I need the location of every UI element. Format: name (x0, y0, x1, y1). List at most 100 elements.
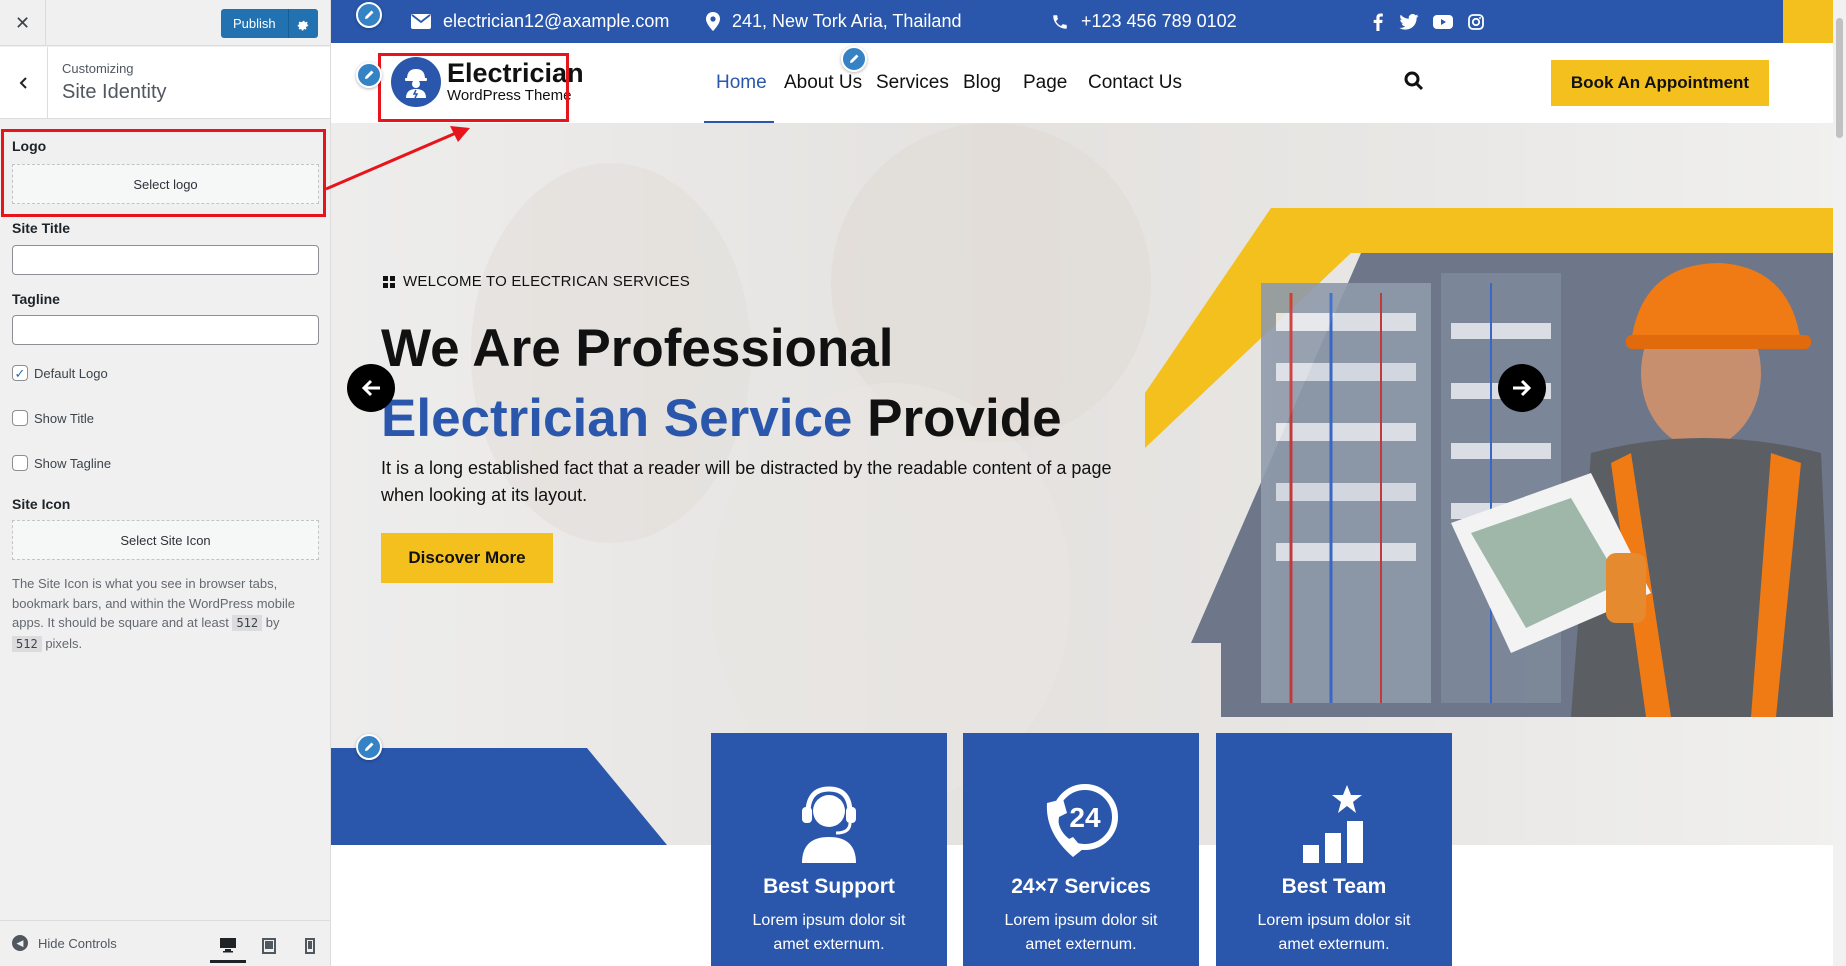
edit-shortcut-topbar[interactable] (356, 2, 382, 28)
hero-heading-line2: Electrician Service Provide (381, 389, 1062, 449)
close-customizer-button[interactable]: ✕ (0, 0, 46, 46)
pencil-icon (365, 10, 374, 19)
phone-24-icon: 24 (963, 783, 1199, 863)
breadcrumb: Customizing (62, 61, 134, 76)
preview-desktop-button[interactable] (210, 929, 246, 963)
svg-text:24: 24 (1069, 802, 1101, 833)
envelope-icon (411, 14, 431, 29)
gear-icon (297, 20, 309, 30)
top-info-bar: electrician12@axample.com 241, New Tork … (331, 0, 1833, 43)
grid-icon (383, 275, 395, 288)
pencil-icon (365, 70, 374, 79)
star-bars-icon (1216, 783, 1452, 863)
feature-card: 24 24×7 Services Lorem ipsum dolor sit a… (963, 733, 1199, 966)
select-site-icon-button[interactable]: Select Site Icon (12, 520, 319, 560)
edit-shortcut-menu[interactable] (841, 46, 867, 72)
publish-settings-button[interactable] (287, 9, 318, 38)
customizer-footer: ◀ Hide Controls (0, 920, 330, 966)
collapse-icon: ◀ (12, 935, 28, 951)
show-tagline-checkbox[interactable] (12, 455, 28, 471)
feature-title: Best Team (1281, 875, 1387, 898)
preview-scrollbar[interactable] (1833, 0, 1846, 966)
mobile-icon (305, 938, 315, 954)
feature-title: Best Support (763, 875, 895, 898)
site-title-label: Site Title (12, 220, 71, 236)
feature-card: Best Team Lorem ipsum dolor sit amet ext… (1216, 733, 1452, 966)
scrollbar-thumb[interactable] (1836, 18, 1843, 138)
arrow-left-icon (361, 379, 380, 397)
slider-prev-button[interactable] (347, 364, 395, 412)
map-pin-icon (706, 12, 720, 31)
feature-description: Lorem ipsum dolor sit amet externum. (1257, 912, 1411, 953)
annotation-arrow (325, 126, 470, 191)
headset-icon (711, 783, 947, 863)
feature-title: 24×7 Services (1011, 875, 1151, 898)
site-title-input[interactable] (12, 245, 319, 275)
edit-shortcut-features[interactable] (356, 734, 382, 760)
site-icon-label: Site Icon (12, 496, 71, 512)
hero-bottom-shape (331, 748, 667, 845)
nav-blog[interactable]: Blog (963, 43, 1001, 123)
default-logo-label: Default Logo (34, 365, 108, 381)
nav-home[interactable]: Home (716, 43, 767, 123)
feature-description: Lorem ipsum dolor sit amet externum. (752, 912, 906, 953)
pencil-icon (365, 742, 374, 751)
desktop-icon (220, 937, 236, 952)
preview-tablet-button[interactable] (251, 929, 287, 963)
show-title-checkbox[interactable] (12, 410, 28, 426)
show-title-label: Show Title (34, 410, 94, 426)
tagline-input[interactable] (12, 315, 319, 345)
section-header: Customizing Site Identity (0, 47, 330, 119)
publish-button[interactable]: Publish (221, 9, 288, 38)
default-logo-option[interactable]: ✓ Default Logo (12, 365, 108, 381)
hide-controls-button[interactable]: ◀ Hide Controls (12, 935, 117, 951)
feature-description: Lorem ipsum dolor sit amet externum. (1004, 912, 1158, 953)
tagline-label: Tagline (12, 291, 60, 307)
show-title-option[interactable]: Show Title (12, 410, 94, 426)
social-youtube[interactable] (1433, 0, 1453, 43)
hero-welcome: WELCOME TO ELECTRICAN SERVICES (383, 273, 690, 290)
hero-heading-highlight: Electrician Service (381, 389, 853, 448)
arrow-right-icon (1513, 379, 1532, 397)
back-button[interactable] (0, 47, 48, 119)
contact-phone[interactable]: +123 456 789 0102 (1051, 0, 1237, 43)
close-icon: ✕ (14, 12, 31, 33)
contact-address: 241, New Tork Aria, Thailand (706, 0, 961, 43)
main-navbar: Electrician WordPress Theme Home About U… (331, 43, 1781, 123)
search-button[interactable] (1404, 71, 1424, 96)
hero-heading-line1: We Are Professional (381, 319, 894, 378)
preview-mobile-button[interactable] (292, 929, 328, 963)
discover-more-button[interactable]: Discover More (381, 533, 553, 583)
show-tagline-label: Show Tagline (34, 455, 112, 471)
nav-page[interactable]: Page (1023, 43, 1067, 123)
slider-next-button[interactable] (1498, 364, 1546, 412)
nav-active-indicator (704, 121, 774, 123)
site-icon-description: The Site Icon is what you see in browser… (12, 576, 295, 652)
chevron-left-icon (19, 77, 27, 89)
topbar-accent (1783, 0, 1833, 43)
publish-group: Publish (221, 9, 318, 38)
hero-heading-end: Provide (867, 389, 1062, 448)
logo-highlight-annotation (378, 53, 569, 122)
nav-contact-us[interactable]: Contact Us (1088, 43, 1182, 123)
feature-card: Best Support Lorem ipsum dolor sit amet … (711, 733, 947, 966)
social-facebook[interactable] (1373, 0, 1383, 43)
social-twitter[interactable] (1399, 0, 1419, 43)
customizer-header-actions: ✕ Publish (0, 0, 330, 46)
site-preview: electrician12@axample.com 241, New Tork … (331, 0, 1833, 966)
pencil-icon (850, 54, 859, 63)
nav-services[interactable]: Services (876, 43, 949, 123)
search-icon (1404, 71, 1424, 91)
logo-control-highlight (1, 129, 326, 217)
contact-email[interactable]: electrician12@axample.com (411, 0, 669, 43)
edit-shortcut-logo[interactable] (356, 62, 382, 88)
section-title: Site Identity (62, 81, 167, 103)
youtube-icon (1433, 14, 1453, 29)
social-instagram[interactable] (1468, 0, 1484, 43)
instagram-icon (1468, 13, 1484, 30)
default-logo-checkbox[interactable]: ✓ (12, 365, 28, 381)
hide-controls-label: Hide Controls (38, 935, 117, 951)
tablet-icon (262, 938, 276, 954)
book-appointment-button[interactable]: Book An Appointment (1551, 60, 1769, 106)
show-tagline-option[interactable]: Show Tagline (12, 455, 111, 471)
